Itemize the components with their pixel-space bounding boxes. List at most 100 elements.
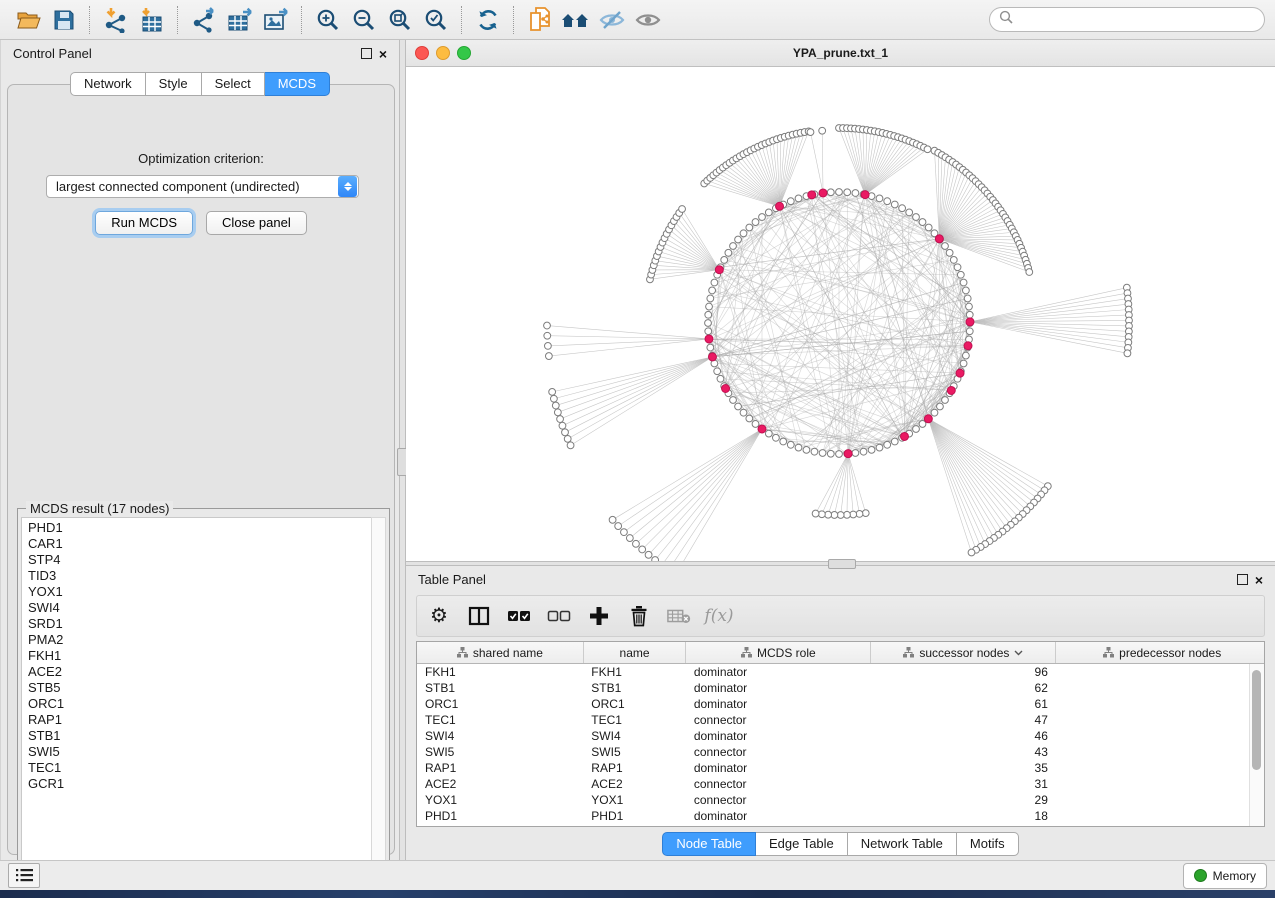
table-row[interactable]: TEC1TEC1connector472 xyxy=(417,712,1265,728)
run-mcds-button[interactable]: Run MCDS xyxy=(95,211,193,235)
mcds-result-item[interactable]: STB5 xyxy=(28,680,372,696)
column-header-mcds-role[interactable]: MCDS role xyxy=(686,642,871,664)
duplicate-network-icon[interactable] xyxy=(522,4,558,36)
deselect-all-icon[interactable] xyxy=(547,604,571,628)
table-row[interactable]: YOX1YOX1connector291 xyxy=(417,792,1265,808)
mcds-result-item[interactable]: CAR1 xyxy=(28,536,372,552)
import-table-icon[interactable] xyxy=(134,4,170,36)
mcds-result-item[interactable]: SWI5 xyxy=(28,744,372,760)
mcds-result-item[interactable]: YOX1 xyxy=(28,584,372,600)
mcds-result-item[interactable]: FKH1 xyxy=(28,648,372,664)
tab-network[interactable]: Network xyxy=(70,72,146,96)
mcds-result-title: MCDS result (17 nodes) xyxy=(26,501,173,516)
network-title: YPA_prune.txt_1 xyxy=(793,46,888,60)
export-image-icon[interactable] xyxy=(258,4,294,36)
hierarchy-icon xyxy=(741,647,752,658)
table-row[interactable]: SWI5SWI5connector431 xyxy=(417,744,1265,760)
table-scrollbar[interactable] xyxy=(1249,664,1264,826)
maximize-window-icon[interactable] xyxy=(457,46,471,60)
zoom-in-icon[interactable] xyxy=(310,4,346,36)
control-panel-title: Control Panel xyxy=(13,46,92,61)
table-row[interactable]: ORC1ORC1dominator610 xyxy=(417,696,1265,712)
export-network-icon[interactable] xyxy=(186,4,222,36)
search-input[interactable] xyxy=(989,7,1265,32)
tab-style[interactable]: Style xyxy=(146,72,202,96)
hierarchy-icon xyxy=(457,647,468,658)
float-panel-icon[interactable] xyxy=(361,48,372,59)
mcds-result-item[interactable]: ACE2 xyxy=(28,664,372,680)
tab-edge-table[interactable]: Edge Table xyxy=(756,832,848,856)
mcds-result-item[interactable]: STB1 xyxy=(28,728,372,744)
delete-column-icon[interactable] xyxy=(627,604,651,628)
refresh-icon[interactable] xyxy=(470,4,506,36)
tab-select[interactable]: Select xyxy=(202,72,265,96)
memory-button[interactable]: Memory xyxy=(1183,863,1267,889)
memory-label: Memory xyxy=(1213,869,1256,883)
show-panels-button[interactable] xyxy=(8,863,40,888)
open-file-icon[interactable] xyxy=(10,4,46,36)
optimization-criterion-label: Optimization criterion: xyxy=(8,151,394,166)
tab-mcds[interactable]: MCDS xyxy=(265,72,330,96)
toolbar-separator xyxy=(513,6,515,34)
mcds-result-item[interactable]: SWI4 xyxy=(28,600,372,616)
close-panel-icon[interactable]: × xyxy=(1255,575,1263,585)
optimization-criterion-select[interactable]: largest connected component (undirected) xyxy=(46,175,359,198)
mcds-result-item[interactable]: TID3 xyxy=(28,568,372,584)
control-panel: Control Panel × Network Style Select MCD… xyxy=(0,40,399,860)
network-graph[interactable] xyxy=(406,67,1273,561)
mcds-panel: Optimization criterion: largest connecte… xyxy=(7,84,395,855)
scrollbar-thumb[interactable] xyxy=(1252,670,1261,770)
network-window-titlebar[interactable]: YPA_prune.txt_1 xyxy=(406,40,1275,67)
table-row[interactable]: RAP1RAP1dominator352 xyxy=(417,760,1265,776)
column-header-predecessor-nodes[interactable]: predecessor nodes xyxy=(1056,642,1265,664)
mcds-result-item[interactable]: SRD1 xyxy=(28,616,372,632)
mcds-result-item[interactable]: ORC1 xyxy=(28,696,372,712)
close-window-icon[interactable] xyxy=(415,46,429,60)
zoom-selected-icon[interactable] xyxy=(418,4,454,36)
close-panel-icon[interactable]: × xyxy=(379,49,387,59)
network-canvas[interactable] xyxy=(406,67,1275,561)
table-header-row: shared name name MCDS role successor nod… xyxy=(417,642,1265,664)
table-row[interactable]: SWI4SWI4dominator462 xyxy=(417,728,1265,744)
select-all-icon[interactable] xyxy=(507,604,531,628)
show-all-icon[interactable] xyxy=(630,4,666,36)
tab-network-table[interactable]: Network Table xyxy=(848,832,957,856)
mcds-result-item[interactable]: RAP1 xyxy=(28,712,372,728)
float-panel-icon[interactable] xyxy=(1237,574,1248,585)
first-neighbors-icon[interactable] xyxy=(558,4,594,36)
table-settings-icon[interactable]: ⚙ xyxy=(427,604,451,628)
mcds-result-item[interactable]: PHD1 xyxy=(28,520,372,536)
mcds-result-group: MCDS result (17 nodes) PHD1 CAR1 STP4 TI… xyxy=(17,508,390,881)
hierarchy-icon xyxy=(1103,647,1114,658)
save-session-icon[interactable] xyxy=(46,4,82,36)
zoom-out-icon[interactable] xyxy=(346,4,382,36)
table-row[interactable]: FKH1FKH1dominator962 xyxy=(417,664,1265,681)
table-row[interactable]: STB1STB1dominator620 xyxy=(417,680,1265,696)
table-row[interactable]: PHD1PHD1dominator180 xyxy=(417,808,1265,824)
import-network-icon[interactable] xyxy=(98,4,134,36)
mcds-result-item[interactable]: GCR1 xyxy=(28,776,372,792)
horizontal-splitter[interactable] xyxy=(406,561,1275,566)
tab-node-table[interactable]: Node Table xyxy=(662,832,756,856)
delete-table-icon[interactable] xyxy=(667,604,691,628)
mcds-result-list[interactable]: PHD1 CAR1 STP4 TID3 YOX1 SWI4 SRD1 PMA2 … xyxy=(21,517,373,877)
column-header-shared-name[interactable]: shared name xyxy=(417,642,583,664)
tab-motifs[interactable]: Motifs xyxy=(957,832,1019,856)
function-builder-icon[interactable]: f(x) xyxy=(707,604,731,628)
add-column-icon[interactable] xyxy=(587,604,611,628)
vertical-splitter[interactable] xyxy=(399,40,406,860)
hide-selected-icon[interactable] xyxy=(594,4,630,36)
export-table-icon[interactable] xyxy=(222,4,258,36)
close-panel-button[interactable]: Close panel xyxy=(206,211,307,235)
column-header-successor-nodes[interactable]: successor nodes xyxy=(871,642,1056,664)
splitter-handle[interactable] xyxy=(828,559,856,569)
mcds-result-item[interactable]: TEC1 xyxy=(28,760,372,776)
mcds-result-item[interactable]: PMA2 xyxy=(28,632,372,648)
show-columns-icon[interactable] xyxy=(467,604,491,628)
minimize-window-icon[interactable] xyxy=(436,46,450,60)
column-header-name[interactable]: name xyxy=(583,642,686,664)
mcds-result-item[interactable]: STP4 xyxy=(28,552,372,568)
zoom-fit-icon[interactable] xyxy=(382,4,418,36)
mcds-list-scrollbar[interactable] xyxy=(371,517,386,877)
table-row[interactable]: ACE2ACE2connector311 xyxy=(417,776,1265,792)
